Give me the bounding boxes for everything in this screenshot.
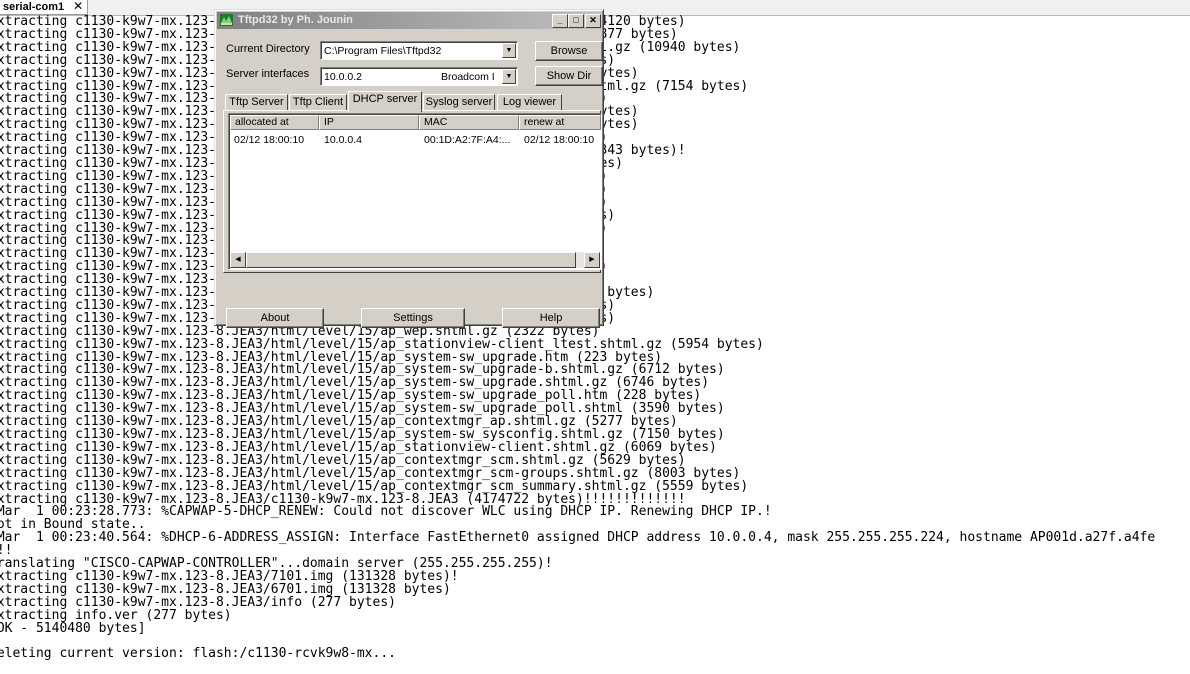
terminal-line: Deleting current version: flash:/c1130-r… bbox=[0, 646, 396, 662]
terminal-line: Extracting info.ver (277 bytes) bbox=[0, 607, 232, 623]
close-button[interactable]: ✕ bbox=[585, 14, 601, 28]
column-allocated-at[interactable]: allocated at bbox=[230, 115, 319, 130]
help-button[interactable]: Help bbox=[502, 308, 600, 328]
chevron-down-icon[interactable]: ▼ bbox=[502, 69, 516, 84]
minimize-button[interactable]: _ bbox=[552, 14, 568, 28]
column-renew-at[interactable]: renew at bbox=[519, 115, 601, 130]
tab-log-viewer[interactable]: Log viewer bbox=[497, 94, 562, 111]
maximize-button[interactable]: □ bbox=[568, 14, 584, 28]
about-button[interactable]: About bbox=[226, 308, 324, 328]
chevron-down-icon[interactable]: ▼ bbox=[502, 43, 516, 58]
server-interface-ip: 10.0.0.2 bbox=[324, 71, 362, 83]
current-directory-label: Current Directory bbox=[226, 43, 310, 55]
settings-button[interactable]: Settings bbox=[361, 308, 465, 328]
browse-button[interactable]: Browse bbox=[535, 41, 603, 61]
dhcp-leases-table[interactable]: allocated at IP MAC renew at 02/12 18:00… bbox=[228, 113, 602, 270]
session-tab-serial-com1[interactable]: serial-com1 ✕ bbox=[0, 0, 89, 15]
current-directory-combo[interactable]: C:\Program Files\Tftpd32 ▼ bbox=[320, 41, 518, 60]
tab-syslog-server[interactable]: Syslog server bbox=[423, 94, 495, 111]
tab-tftp-server[interactable]: Tftp Server bbox=[225, 94, 288, 111]
tftpd32-window: Tftpd32 by Ph. Jounin _ □ ✕ Current Dire… bbox=[214, 9, 604, 328]
scroll-right-icon[interactable]: ▶ bbox=[584, 252, 600, 268]
server-interface-adapter: Broadcom I bbox=[441, 71, 495, 83]
column-ip[interactable]: IP bbox=[319, 115, 419, 130]
cell-renew-at: 02/12 18:00:10 bbox=[524, 134, 595, 146]
tab-close-icon[interactable]: ✕ bbox=[73, 0, 83, 13]
cell-allocated-at: 02/12 18:00:10 bbox=[234, 134, 305, 146]
window-title: Tftpd32 by Ph. Jounin bbox=[238, 14, 353, 26]
terminal-line: *Mar 1 00:23:28.773: %CAPWAP-5-DHCP_RENE… bbox=[0, 504, 772, 520]
scroll-left-icon[interactable]: ◀ bbox=[230, 252, 246, 268]
tftpd-app-icon bbox=[220, 14, 233, 26]
session-tab-label: serial-com1 bbox=[3, 1, 65, 13]
window-titlebar[interactable]: Tftpd32 by Ph. Jounin _ □ ✕ bbox=[217, 12, 601, 29]
scrollbar-thumb[interactable] bbox=[246, 252, 576, 268]
tab-tftp-client[interactable]: Tftp Client bbox=[289, 94, 347, 111]
column-mac[interactable]: MAC bbox=[419, 115, 519, 130]
cell-ip: 10.0.0.4 bbox=[324, 134, 362, 146]
horizontal-scrollbar[interactable]: ◀ ▶ bbox=[230, 252, 600, 268]
tab-dhcp-server[interactable]: DHCP server bbox=[348, 91, 422, 112]
terminal-line: *Mar 1 00:23:40.564: %DHCP-6-ADDRESS_ASS… bbox=[0, 530, 1156, 546]
current-directory-value: C:\Program Files\Tftpd32 bbox=[324, 45, 442, 57]
server-interfaces-label: Server interfaces bbox=[226, 68, 310, 80]
cell-mac: 00:1D:A2:7F:A4:... bbox=[424, 134, 511, 146]
server-interfaces-combo[interactable]: 10.0.0.2 Broadcom I ▼ bbox=[320, 67, 518, 86]
terminal-line: [OK - 5140480 bytes] bbox=[0, 620, 146, 636]
show-dir-button[interactable]: Show Dir bbox=[535, 66, 603, 86]
